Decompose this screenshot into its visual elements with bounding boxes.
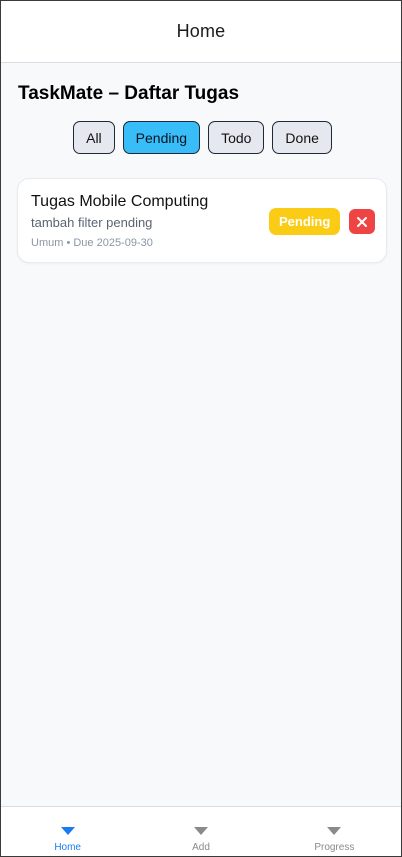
- caret-down-icon: [327, 827, 342, 835]
- tab-progress-label: Progress: [314, 842, 355, 853]
- header-title: Home: [176, 21, 226, 41]
- task-title: Tugas Mobile Computing: [31, 193, 209, 210]
- filter-todo-button[interactable]: Todo: [208, 121, 265, 154]
- tab-home[interactable]: Home: [1, 807, 134, 856]
- filter-bar: All Pending Todo Done: [1, 121, 401, 154]
- app-screen: Home TaskMate – Daftar Tugas All Pending…: [0, 0, 402, 857]
- filter-pending-button[interactable]: Pending: [122, 121, 201, 154]
- caret-down-icon: [60, 827, 75, 835]
- task-card[interactable]: Tugas Mobile Computing tambah filter pen…: [17, 178, 387, 263]
- tab-add[interactable]: Add: [134, 807, 267, 856]
- filter-done-button[interactable]: Done: [272, 121, 332, 154]
- delete-task-button[interactable]: [349, 209, 375, 234]
- home-content: TaskMate – Daftar Tugas All Pending Todo…: [1, 63, 401, 806]
- caret-down-icon: [193, 827, 208, 835]
- tab-home-label: Home: [54, 842, 81, 853]
- tab-add-label: Add: [192, 842, 210, 853]
- close-icon: [357, 216, 367, 227]
- task-description: tambah filter pending: [31, 215, 153, 230]
- filter-all-button[interactable]: All: [73, 121, 115, 154]
- status-badge[interactable]: Pending: [269, 208, 341, 235]
- task-meta: Umum • Due 2025-09-30: [31, 237, 153, 249]
- page-title: TaskMate – Daftar Tugas: [18, 83, 240, 104]
- tab-progress[interactable]: Progress: [268, 807, 401, 856]
- bottom-tab-bar: Home Add Progress: [1, 806, 401, 856]
- app-header: Home: [1, 1, 401, 63]
